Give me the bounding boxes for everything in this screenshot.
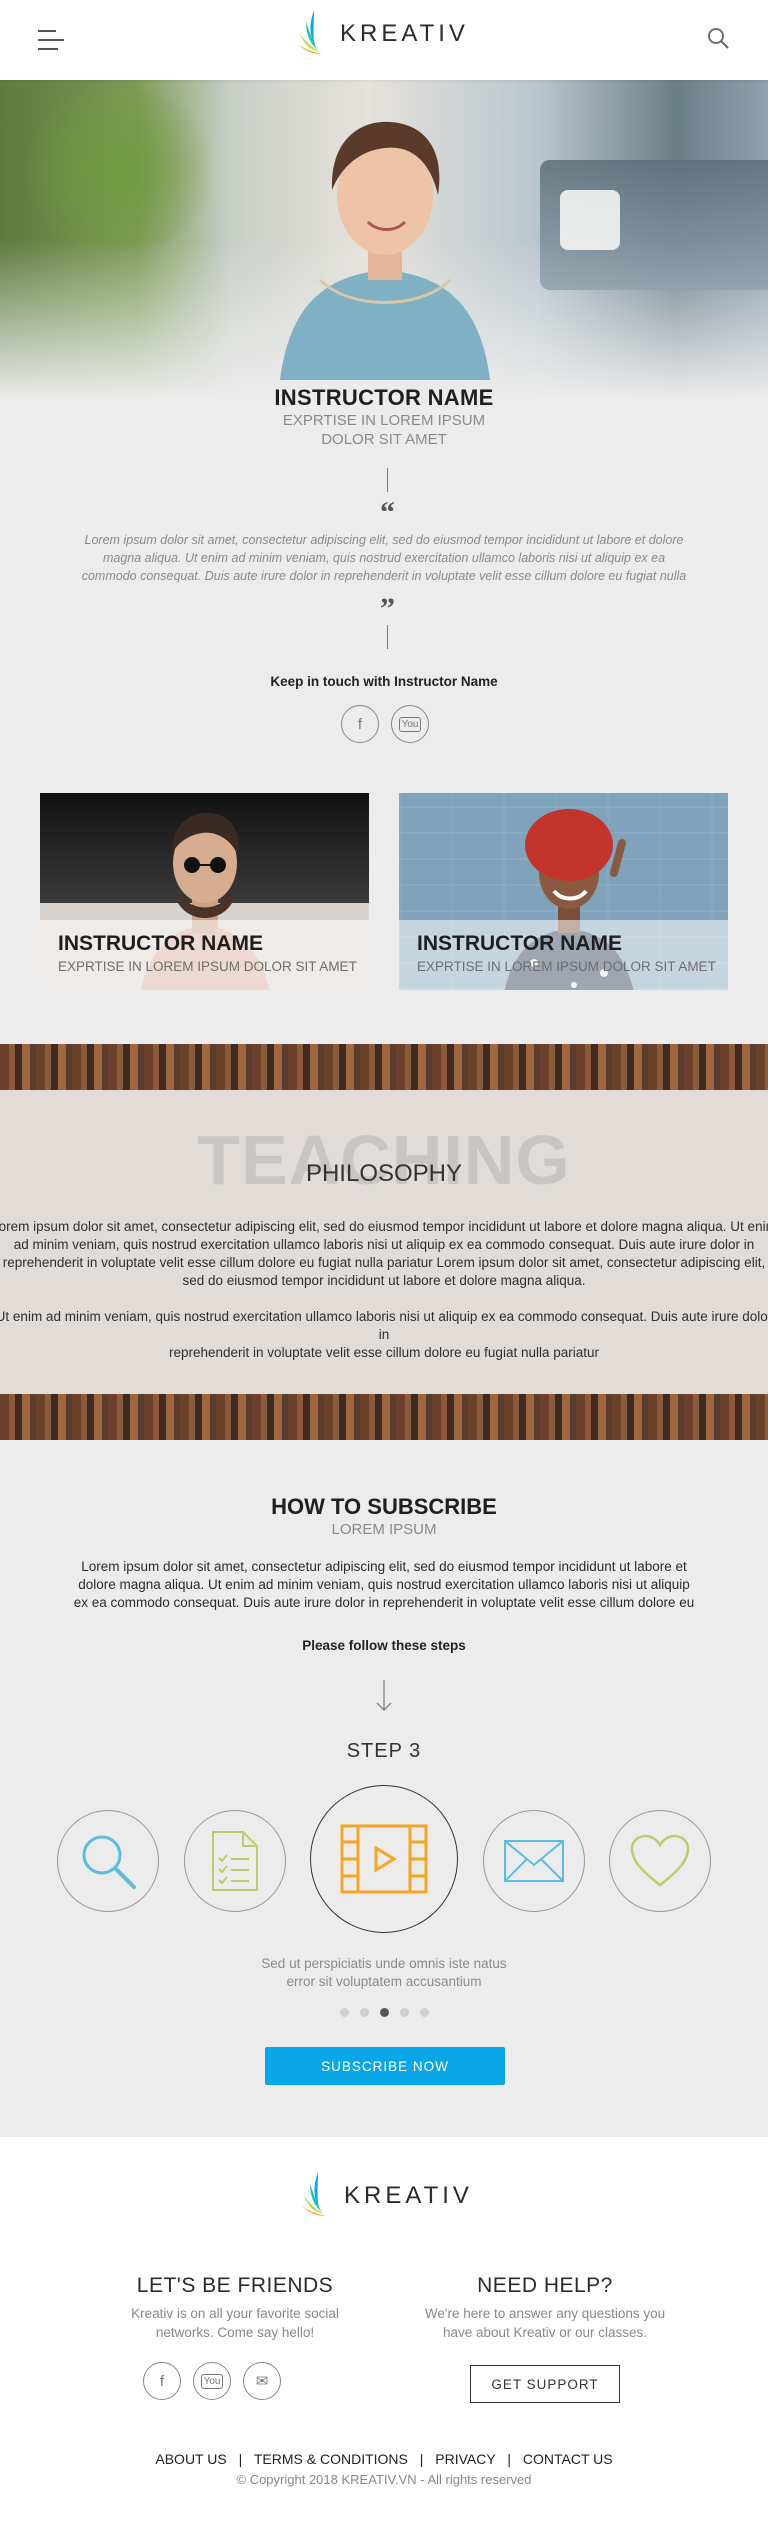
quote-line: Lorem ipsum dolor sit amet, consectetur … (84, 533, 684, 547)
hero-section (0, 80, 768, 400)
carousel-dot[interactable] (360, 2008, 369, 2017)
instructor-card[interactable]: INSTRUCTOR NAME EXPRTISE IN LOREM IPSUM … (399, 793, 728, 990)
foliage-decoration (10, 90, 230, 250)
quote-line: commodo consequat. Duis aute irure dolor… (81, 569, 687, 583)
card-instructor-expertise: EXPRTISE IN LOREM IPSUM DOLOR SIT AMET (58, 959, 357, 974)
brand-name: KREATIV (340, 20, 469, 47)
footer-brand-logo[interactable]: KREATIV (300, 2170, 473, 2222)
search-icon (82, 1835, 136, 1889)
heart-icon (630, 1834, 690, 1887)
philosophy-line: Ut enim ad minim veniam, quis nostrud ex… (0, 1309, 768, 1342)
step-caption: Sed ut perspiciatis unde omnis iste natu… (0, 1955, 768, 1991)
about-us-link[interactable]: ABOUT US (155, 2451, 226, 2467)
subscribe-line: Lorem ipsum dolor sit amet, consectetur … (81, 1559, 687, 1574)
step-4-mail[interactable] (483, 1810, 585, 1912)
help-text-line: We're here to answer any questions you (424, 2306, 666, 2321)
instructor-name: INSTRUCTOR NAME (274, 385, 494, 410)
quote-line: magna aliqua. Ut enim ad minim veniam, q… (102, 551, 666, 565)
philosophy-title: PHILOSOPHY (305, 1160, 463, 1187)
caption-line: Sed ut perspiciatis unde omnis iste natu… (261, 1956, 507, 1971)
card-instructor-name: INSTRUCTOR NAME (417, 932, 622, 955)
card-instructor-name: INSTRUCTOR NAME (58, 932, 263, 955)
help-title: NEED HELP? (477, 2274, 613, 2297)
facebook-glyph: f (357, 715, 363, 733)
keep-in-touch-label: Keep in touch with Instructor Name (270, 674, 498, 689)
carousel-dot-active[interactable] (380, 2008, 389, 2017)
bookshelf-image (0, 1394, 768, 1440)
youtube-glyph: You (398, 716, 422, 732)
divider-line (387, 468, 388, 492)
mail-icon[interactable]: ✉ (243, 2362, 281, 2400)
caption-line: error sit voluptatem accusantium (286, 1974, 482, 1989)
bookshelf-image (0, 1044, 768, 1090)
lamp-light (560, 190, 620, 250)
close-quote-icon: ” (380, 592, 395, 625)
open-quote-icon: “ (380, 496, 395, 529)
subscribe-now-button[interactable]: SUBSCRIBE NOW (265, 2047, 505, 2085)
philosophy-line: ad minim veniam, quis nostrud exercitati… (13, 1237, 755, 1252)
footer-links: ABOUT US | TERMS & CONDITIONS | PRIVACY … (0, 2451, 768, 2467)
subscribe-subtitle: LOREM IPSUM (331, 1521, 437, 1538)
carousel-dot[interactable] (400, 2008, 409, 2017)
get-support-button[interactable]: GET SUPPORT (470, 2365, 620, 2403)
brand-name: KREATIV (344, 2182, 473, 2209)
carousel-dot[interactable] (420, 2008, 429, 2017)
friends-text-line: Kreativ is on all your favorite social (131, 2306, 339, 2321)
mail-glyph: ✉ (255, 2373, 269, 2390)
youtube-icon[interactable]: You (391, 705, 429, 743)
card-instructor-expertise: EXPRTISE IN LOREM IPSUM DOLOR SIT AMET (417, 959, 716, 974)
facebook-icon[interactable]: f (341, 705, 379, 743)
philosophy-paragraph-2: Ut enim ad minim veniam, quis nostrud ex… (0, 1308, 768, 1362)
philosophy-line: reprehenderit in voluptate velit esse ci… (2, 1255, 766, 1270)
copyright-text: © Copyright 2018 KREATIV.VN - All rights… (236, 2472, 532, 2487)
site-header: KREATIV (0, 0, 768, 80)
instructor-photo (280, 121, 490, 380)
subscribe-description: Lorem ipsum dolor sit amet, consectetur … (44, 1558, 724, 1612)
link-separator: | (507, 2451, 511, 2467)
philosophy-paragraph-1: Lorem ipsum dolor sit amet, consectetur … (0, 1218, 768, 1290)
current-step-label: STEP 3 (346, 1740, 422, 1762)
brand-logo[interactable]: KREATIV (296, 8, 469, 60)
wing-logo-icon (298, 10, 322, 54)
envelope-icon (504, 1840, 564, 1882)
teaching-philosophy-section: TEACHING PHILOSOPHY Lorem ipsum dolor si… (0, 1044, 768, 1440)
contact-us-link[interactable]: CONTACT US (523, 2451, 613, 2467)
facebook-glyph: f (159, 2372, 165, 2390)
subscribe-title: HOW TO SUBSCRIBE (271, 1494, 497, 1519)
youtube-icon[interactable]: You (193, 2362, 231, 2400)
wing-logo-icon (302, 2172, 326, 2216)
arrow-down-icon (376, 1680, 392, 1711)
video-icon (340, 1824, 428, 1894)
facebook-icon[interactable]: f (143, 2362, 181, 2400)
document-checklist-icon (212, 1831, 258, 1891)
instructor-card[interactable]: INSTRUCTOR NAME EXPRTISE IN LOREM IPSUM … (40, 793, 369, 990)
help-block: NEED HELP? We're here to answer any ques… (370, 2274, 720, 2342)
hamburger-menu-icon[interactable] (38, 30, 68, 52)
link-separator: | (238, 2451, 243, 2467)
friends-title: LET'S BE FRIENDS (136, 2274, 334, 2297)
link-separator: | (419, 2451, 424, 2467)
divider-line (387, 625, 388, 649)
instructor-expertise-1: EXPRTISE IN LOREM IPSUM (282, 412, 486, 429)
philosophy-line: sed do eiusmod tempor incididunt ut labo… (182, 1273, 586, 1288)
philosophy-line: reprehenderit in voluptate velit esse ci… (169, 1345, 599, 1360)
instructor-quote: Lorem ipsum dolor sit amet, consectetur … (40, 531, 728, 585)
friends-block: LET'S BE FRIENDS Kreativ is on all your … (60, 2274, 410, 2342)
terms-link[interactable]: TERMS & CONDITIONS (254, 2451, 408, 2467)
carousel-dot[interactable] (340, 2008, 349, 2017)
step-5-heart[interactable] (609, 1810, 711, 1912)
step-1-search[interactable] (57, 1810, 159, 1912)
subscribe-line: dolore magna aliqua. Ut enim ad minim ve… (78, 1577, 690, 1592)
philosophy-line: Lorem ipsum dolor sit amet, consectetur … (0, 1219, 768, 1234)
instructor-expertise-2: DOLOR SIT AMET (321, 431, 447, 448)
step-2-document[interactable] (184, 1810, 286, 1912)
privacy-link[interactable]: PRIVACY (435, 2451, 495, 2467)
subscribe-line: ex ea commodo consequat. Duis aute irure… (73, 1595, 695, 1610)
friends-text-line: networks. Come say hello! (155, 2325, 315, 2340)
follow-steps-label: Please follow these steps (302, 1638, 466, 1653)
search-icon[interactable] (706, 26, 730, 50)
youtube-glyph: You (200, 2373, 224, 2389)
help-text-line: have about Kreativ or our classes. (442, 2325, 648, 2340)
step-3-video-active[interactable] (310, 1785, 458, 1933)
